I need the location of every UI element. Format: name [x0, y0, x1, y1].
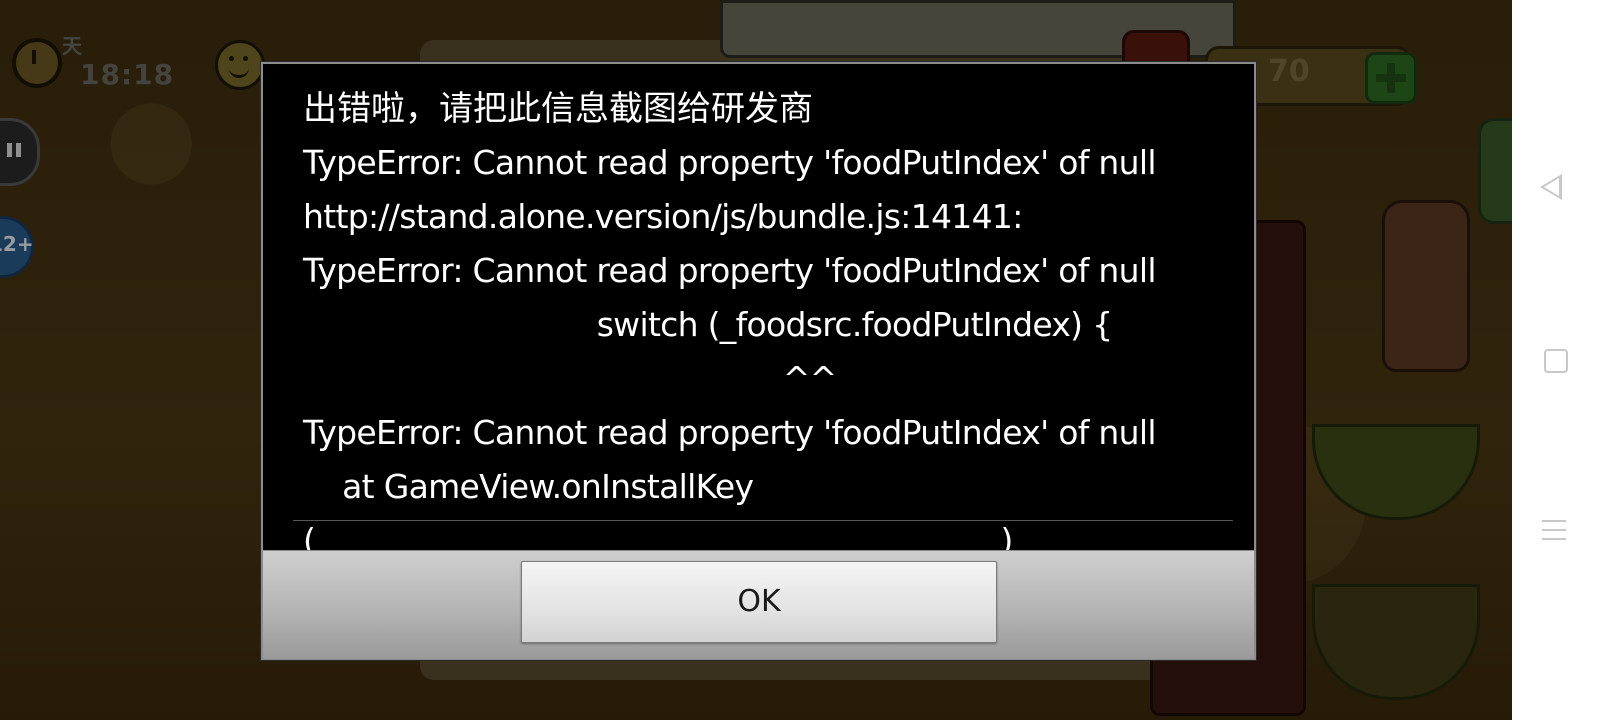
error-line: TypeError: Cannot read property 'foodPut… [303, 143, 1157, 182]
error-dialog: 出错啦，请把此信息截图给研发商 TypeError: Cannot read p… [261, 62, 1256, 660]
error-message[interactable]: 出错啦，请把此信息截图给研发商 TypeError: Cannot read p… [263, 64, 1254, 552]
screen: 70 天 18:18 12+ 出错啦，请把此信息截图给研发商 TypeError… [0, 0, 1600, 720]
ok-button[interactable]: OK [521, 561, 997, 643]
dialog-button-bar: OK [263, 550, 1254, 659]
error-title: 出错啦，请把此信息截图给研发商 [303, 89, 813, 129]
error-line: at GameView.onInstallKey [303, 467, 754, 506]
error-line: switch (_foodsrc.foodPutIndex) { [303, 305, 1113, 344]
dialog-divider [293, 520, 1233, 521]
error-line: TypeError: Cannot read property 'foodPut… [303, 251, 1157, 290]
error-line: TypeError: Cannot read property 'foodPut… [303, 413, 1157, 452]
home-icon[interactable] [1544, 349, 1568, 373]
navigation-bar [1512, 0, 1600, 720]
error-line: http://stand.alone.version/js/bundle.js:… [303, 197, 1023, 236]
error-line: ^^ [303, 359, 838, 398]
menu-icon[interactable] [1542, 520, 1566, 522]
back-icon[interactable] [1540, 174, 1562, 200]
